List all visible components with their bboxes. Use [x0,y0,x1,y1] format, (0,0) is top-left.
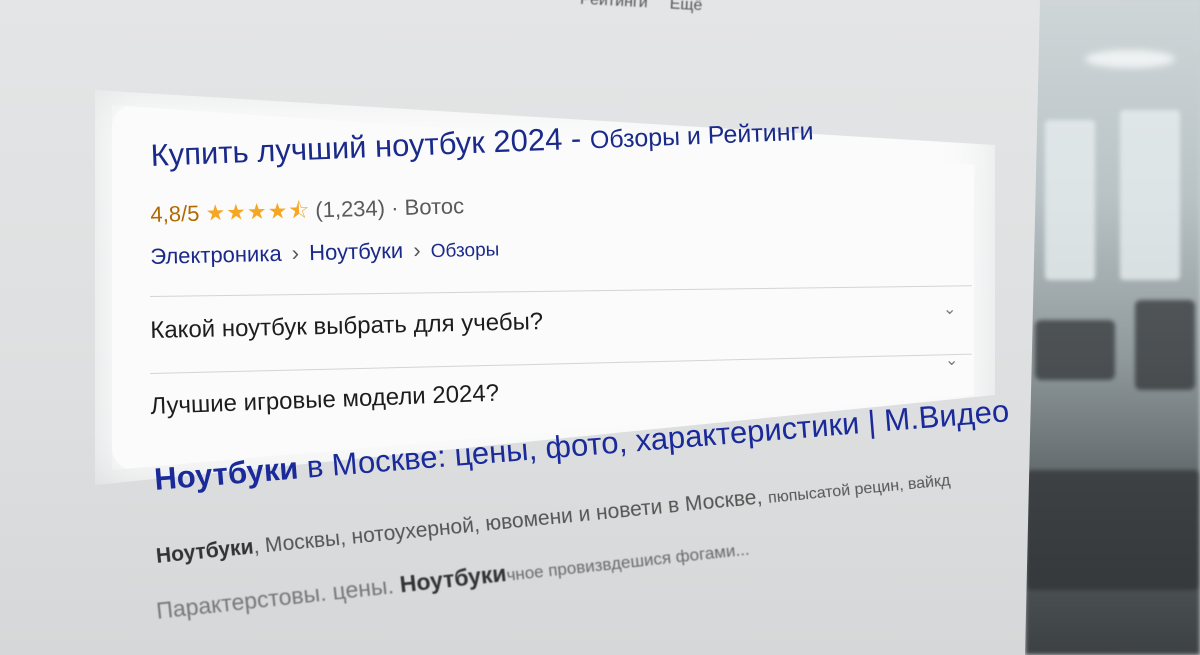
rating-source: Вотос [404,193,465,220]
chevron-down-icon[interactable]: ⌄ [943,299,956,319]
breadcrumb-separator: › [291,240,300,266]
search-top-nav: Рейтинги Ещё [580,0,703,15]
monitor-screen: Рейтинги Ещё Купить лучший ноутбук 2024 … [0,0,1040,655]
breadcrumb-electronics[interactable]: Электроника [150,241,282,269]
half-star-icon: ⯪ [288,197,310,224]
office-background [1025,0,1200,655]
chevron-down-icon[interactable]: ⌄ [945,350,958,370]
nav-tab-more[interactable]: Ещё [669,0,703,15]
breadcrumb-separator: › [412,237,421,263]
review-count: (1,234) [314,195,386,223]
breadcrumb-reviews[interactable]: Обзоры [431,239,500,262]
photo-stage: Рейтинги Ещё Купить лучший ноутбук 2024 … [0,0,1200,655]
rating-score: 4,8/5 [150,200,200,227]
nav-tab-ratings[interactable]: Рейтинги [580,0,648,12]
star-icon: ★★★★ [205,198,289,226]
breadcrumb-laptops[interactable]: Ноутбуки [309,238,404,265]
